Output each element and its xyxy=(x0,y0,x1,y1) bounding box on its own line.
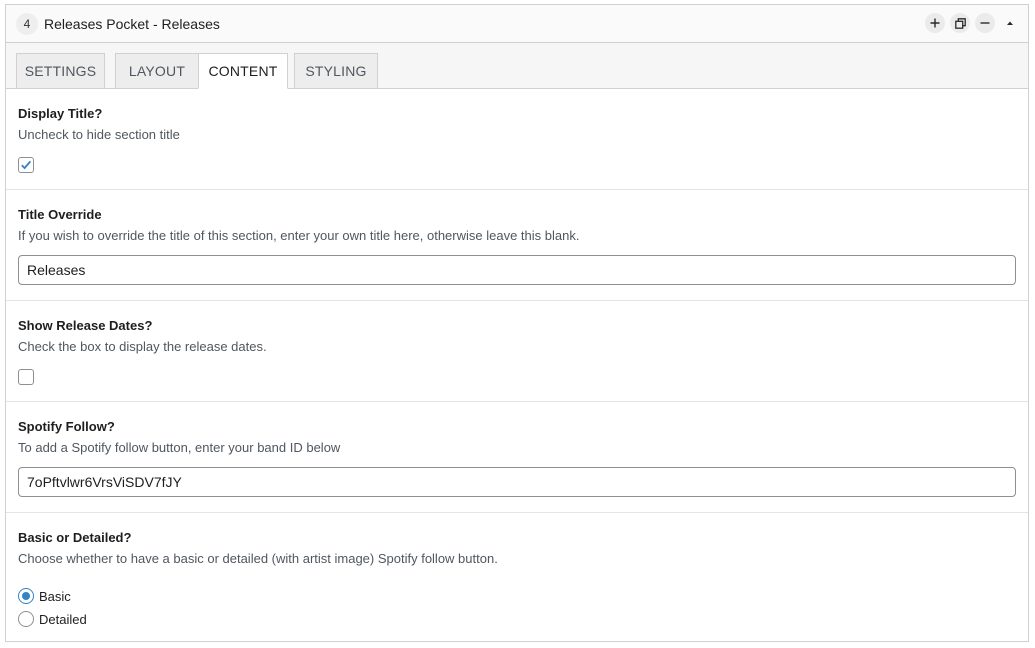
field-display-title: Display Title? Uncheck to hide section t… xyxy=(6,89,1028,190)
tab-styling[interactable]: STYLING xyxy=(294,53,378,89)
display-title-checkbox[interactable] xyxy=(18,157,34,173)
radio-button[interactable] xyxy=(18,611,34,627)
field-description: If you wish to override the title of thi… xyxy=(18,228,580,243)
field-spotify-follow: Spotify Follow? To add a Spotify follow … xyxy=(6,402,1028,513)
field-label: Basic or Detailed? xyxy=(18,530,132,545)
title-override-input[interactable] xyxy=(18,255,1016,285)
header-controls xyxy=(925,13,1020,33)
tab-settings[interactable]: SETTINGS xyxy=(16,53,105,89)
show-release-dates-checkbox[interactable] xyxy=(18,369,34,385)
field-title-override: Title Override If you wish to override t… xyxy=(6,190,1028,301)
radio-option-basic[interactable]: Basic xyxy=(18,588,71,604)
spotify-band-id-input[interactable] xyxy=(18,467,1016,497)
section-number-badge: 4 xyxy=(16,12,38,35)
duplicate-icon[interactable] xyxy=(950,13,970,33)
field-basic-or-detailed: Basic or Detailed? Choose whether to hav… xyxy=(6,513,1028,641)
caret-up-icon[interactable] xyxy=(1000,13,1020,33)
field-description: To add a Spotify follow button, enter yo… xyxy=(18,440,341,455)
checkmark-icon xyxy=(21,160,32,170)
field-show-release-dates: Show Release Dates? Check the box to dis… xyxy=(6,301,1028,402)
field-label: Spotify Follow? xyxy=(18,419,115,434)
radio-dot xyxy=(22,592,30,600)
field-description: Uncheck to hide section title xyxy=(18,127,180,142)
panel-header[interactable]: 4 Releases Pocket - Releases xyxy=(6,5,1028,43)
field-description: Check the box to display the release dat… xyxy=(18,339,267,354)
radio-option-detailed[interactable]: Detailed xyxy=(18,611,87,627)
field-description: Choose whether to have a basic or detail… xyxy=(18,551,498,566)
tab-content[interactable]: CONTENT xyxy=(198,53,288,89)
panel-title: Releases Pocket - Releases xyxy=(44,15,220,32)
radio-label: Detailed xyxy=(39,611,87,627)
section-panel: 4 Releases Pocket - Releases SETTINGS LA… xyxy=(5,4,1029,642)
radio-label: Basic xyxy=(39,588,71,604)
field-label: Show Release Dates? xyxy=(18,318,153,333)
tab-layout[interactable]: LAYOUT xyxy=(115,53,199,89)
tabs-bar: SETTINGS LAYOUT CONTENT STYLING xyxy=(6,43,1028,89)
field-label: Display Title? xyxy=(18,106,103,121)
plus-icon[interactable] xyxy=(925,13,945,33)
field-label: Title Override xyxy=(18,207,102,222)
radio-button[interactable] xyxy=(18,588,34,604)
minus-icon[interactable] xyxy=(975,13,995,33)
